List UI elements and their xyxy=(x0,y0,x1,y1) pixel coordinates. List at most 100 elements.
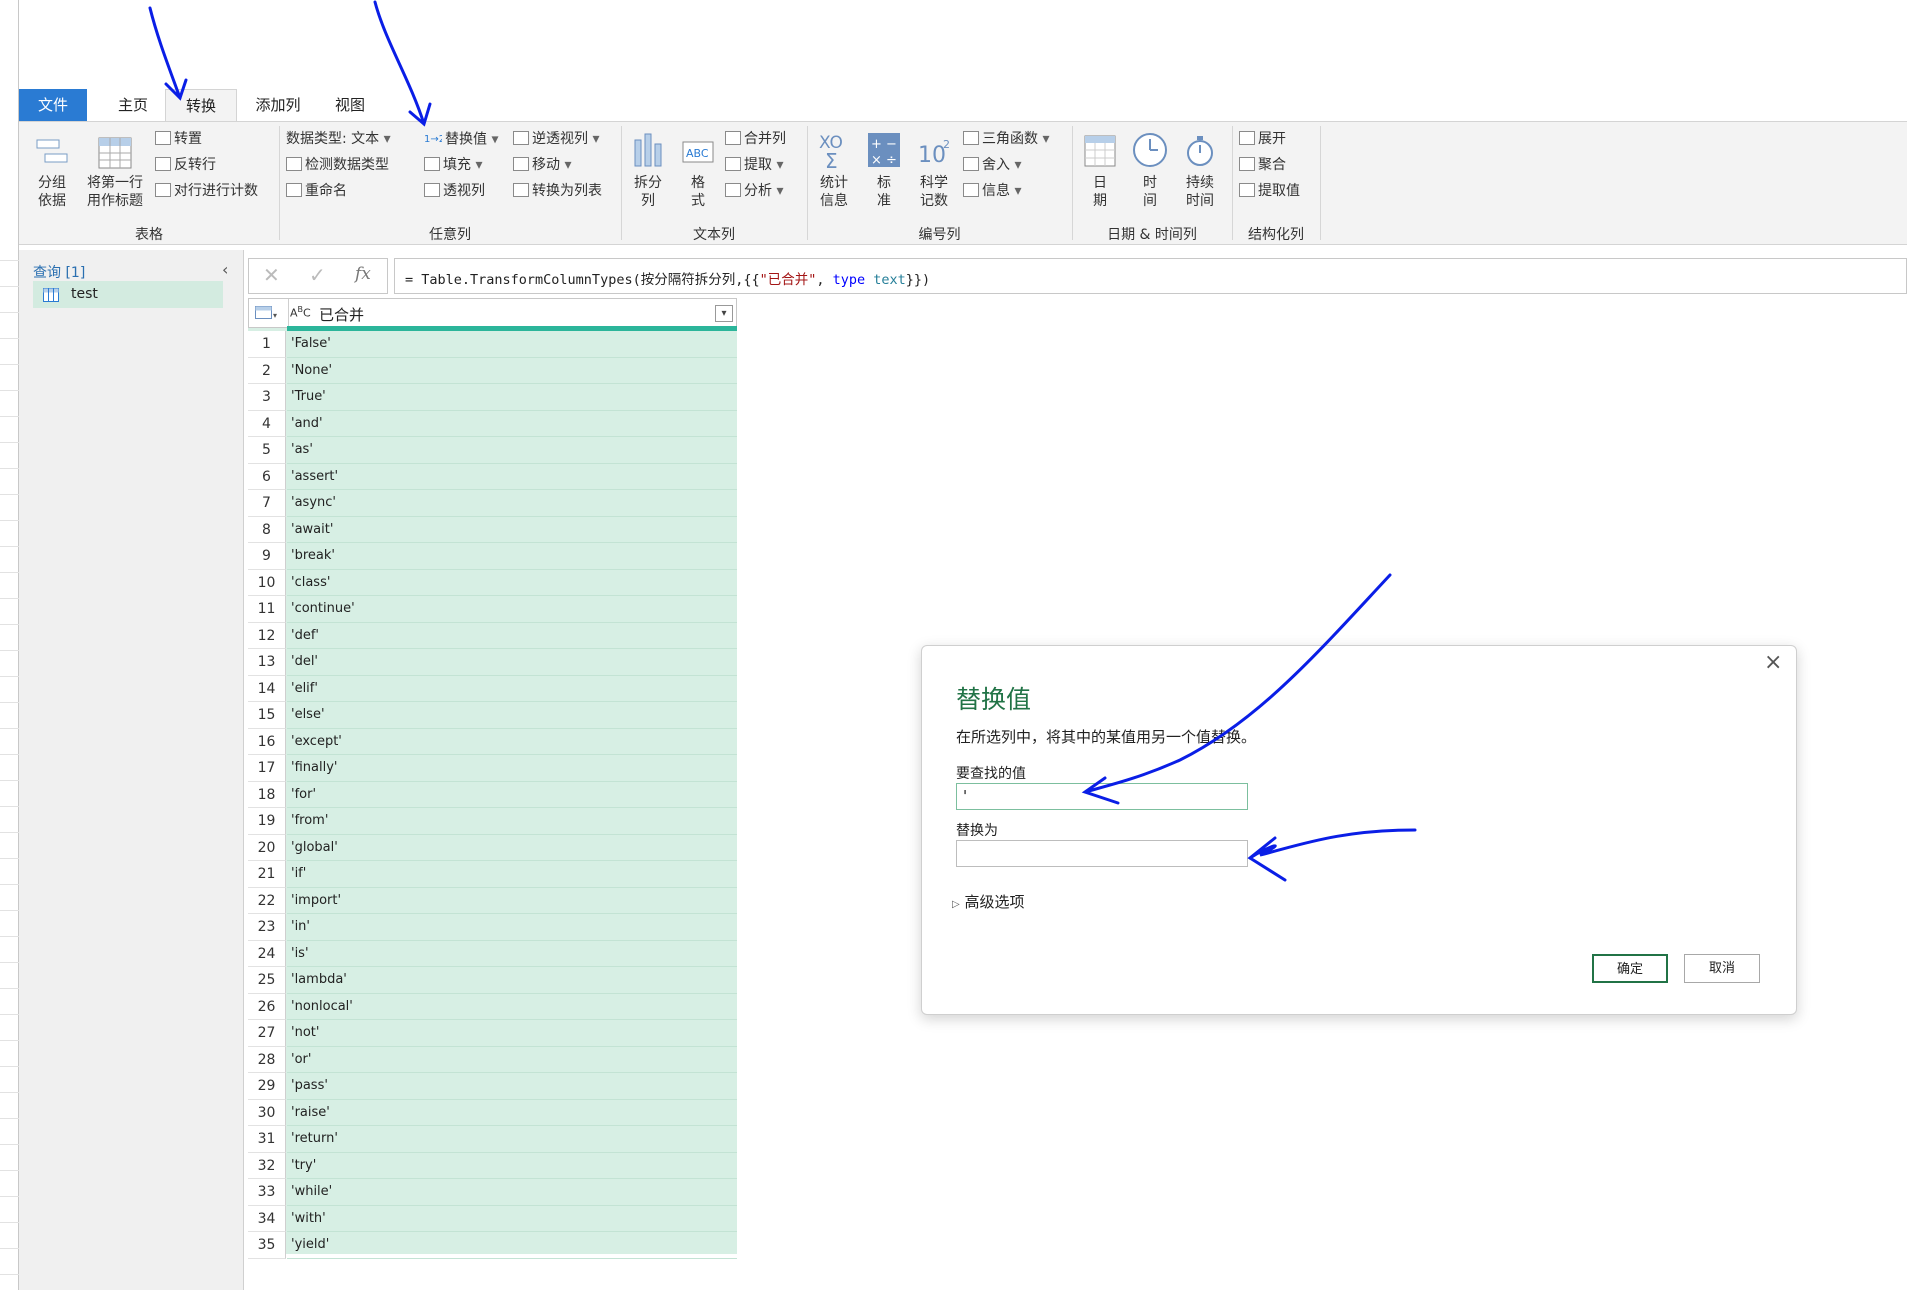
grid-header: ▾ ABC 已合并 ▾ xyxy=(248,298,737,329)
date-button[interactable]: 日 期 xyxy=(1077,130,1123,210)
table-row[interactable]: 'raise' xyxy=(287,1100,737,1126)
tab-transform[interactable]: 转换 xyxy=(165,89,237,122)
table-row[interactable]: 'del' xyxy=(287,649,737,676)
table-row[interactable]: 'elif' xyxy=(287,676,737,702)
replace-with-input[interactable] xyxy=(956,840,1248,867)
table-row[interactable]: 'try' xyxy=(287,1153,737,1179)
transpose-button[interactable]: 转置 xyxy=(155,130,202,148)
table-row[interactable]: 'finally' xyxy=(287,755,737,782)
tab-home[interactable]: 主页 xyxy=(101,89,165,121)
table-row[interactable]: 'else' xyxy=(287,702,737,729)
row-number: 21 xyxy=(248,861,286,888)
svg-text:× ÷: × ÷ xyxy=(871,153,897,168)
reverse-rows-button[interactable]: 反转行 xyxy=(155,156,216,174)
table-row[interactable]: 'yield' xyxy=(287,1232,737,1259)
table-row[interactable]: 'for' xyxy=(287,782,737,808)
extract-button[interactable]: 提取 ▾ xyxy=(725,156,783,174)
table-row[interactable]: 'async' xyxy=(287,490,737,517)
ok-button[interactable]: 确定 xyxy=(1592,954,1668,983)
cancel-formula-icon[interactable]: ✕ xyxy=(263,263,280,287)
table-row[interactable]: 'not' xyxy=(287,1020,737,1047)
rounding-button[interactable]: 舍入 ▾ xyxy=(963,156,1021,174)
collapse-pane-icon[interactable]: ‹ xyxy=(222,260,228,279)
table-row[interactable]: 'None' xyxy=(287,358,737,384)
table-row[interactable]: 'while' xyxy=(287,1179,737,1206)
replace-values-button[interactable]: 1→2 替换值 ▾ xyxy=(424,130,498,149)
transpose-label: 转置 xyxy=(174,131,202,147)
formula-input[interactable]: = Table.TransformColumnTypes(按分隔符拆分列,{{"… xyxy=(394,258,1907,294)
info-button[interactable]: 信息 ▾ xyxy=(963,182,1021,200)
rename-button[interactable]: 重命名 xyxy=(286,182,347,200)
advanced-options-toggle[interactable]: ▷ 高级选项 xyxy=(952,891,1025,912)
statistics-icon: XO Σ xyxy=(815,130,853,173)
scientific-button[interactable]: 10 2 科学 记数 xyxy=(911,130,957,210)
split-column-button[interactable]: 拆分 列 xyxy=(625,130,671,210)
table-row[interactable]: 'False' xyxy=(287,331,737,358)
trig-button[interactable]: 三角函数 ▾ xyxy=(963,130,1049,148)
table-row[interactable]: 'continue' xyxy=(287,596,737,623)
unpivot-button[interactable]: 逆透视列 ▾ xyxy=(513,130,599,148)
expand-button[interactable]: 展开 xyxy=(1239,130,1286,148)
table-row[interactable]: 'if' xyxy=(287,861,737,888)
confirm-formula-icon[interactable]: ✓ xyxy=(309,263,326,287)
query-item-test[interactable]: test xyxy=(33,281,223,308)
fill-button[interactable]: 填充 ▾ xyxy=(424,156,482,174)
chevron-down-icon: ▾ xyxy=(383,131,391,147)
column-header-merged[interactable]: 已合并 xyxy=(319,304,364,325)
table-menu-icon[interactable]: ▾ xyxy=(255,305,279,325)
table-row[interactable]: 'or' xyxy=(287,1047,737,1073)
filter-dropdown-icon[interactable]: ▾ xyxy=(715,305,733,322)
table-row[interactable]: 'def' xyxy=(287,623,737,649)
data-type-dropdown[interactable]: 数据类型: 文本 ▾ xyxy=(286,130,391,148)
table-row[interactable]: 'True' xyxy=(287,384,737,411)
table-row[interactable]: 'except' xyxy=(287,729,737,755)
table-row[interactable]: 'nonlocal' xyxy=(287,994,737,1020)
merge-columns-button[interactable]: 合并列 xyxy=(725,130,786,148)
table-row[interactable]: 'import' xyxy=(287,888,737,914)
row-number: 6 xyxy=(248,463,286,490)
move-button[interactable]: 移动 ▾ xyxy=(513,156,571,174)
detect-type-button[interactable]: 检测数据类型 xyxy=(286,156,389,174)
tab-add-column[interactable]: 添加列 xyxy=(241,89,315,121)
use-first-row-button[interactable]: 将第一行 用作标题 xyxy=(79,136,151,210)
table-row[interactable]: 'global' xyxy=(287,835,737,861)
aggregate-button[interactable]: 聚合 xyxy=(1239,156,1286,174)
count-rows-button[interactable]: 对行进行计数 xyxy=(155,182,258,200)
table-row[interactable]: 'assert' xyxy=(287,464,737,490)
table-row[interactable]: 'break' xyxy=(287,543,737,570)
convert-list-button[interactable]: 转换为列表 xyxy=(513,182,602,200)
standard-button[interactable]: + − × ÷ 标 准 xyxy=(861,130,907,210)
text-type-icon[interactable]: ABC xyxy=(290,305,311,320)
table-row[interactable]: 'is' xyxy=(287,941,737,967)
format-button[interactable]: ABC 格 式 xyxy=(675,130,721,210)
table-row[interactable]: 'class' xyxy=(287,570,737,596)
group-separator xyxy=(1072,126,1073,240)
table-row[interactable]: 'in' xyxy=(287,914,737,941)
table-row[interactable]: 'lambda' xyxy=(287,967,737,994)
table-row[interactable]: 'pass' xyxy=(287,1073,737,1100)
extract-values-button[interactable]: 提取值 xyxy=(1239,182,1300,200)
duration-button[interactable]: 持续 时间 xyxy=(1177,130,1223,210)
pivot-button[interactable]: 透视列 xyxy=(424,182,485,200)
queries-pane-title[interactable]: 查询 [1] xyxy=(33,262,85,282)
group-by-button[interactable]: 分组 依据 xyxy=(29,136,75,210)
replace-label: 替换为 xyxy=(956,823,998,839)
table-row[interactable]: 'with' xyxy=(287,1206,737,1232)
unpivot-icon xyxy=(513,131,529,145)
function-icon[interactable]: fx xyxy=(355,264,371,284)
find-value-input[interactable]: ' xyxy=(956,783,1248,810)
table-row[interactable]: 'from' xyxy=(287,808,737,835)
sheet-gridline xyxy=(0,1222,19,1223)
table-row[interactable]: 'await' xyxy=(287,517,737,543)
time-button[interactable]: 时 间 xyxy=(1127,130,1173,210)
cancel-button[interactable]: 取消 xyxy=(1684,954,1760,983)
table-row[interactable]: 'return' xyxy=(287,1126,737,1153)
close-icon[interactable]: × xyxy=(1764,650,1782,675)
tab-view[interactable]: 视图 xyxy=(317,89,383,121)
statistics-button[interactable]: XO Σ 统计 信息 xyxy=(811,130,857,210)
table-row[interactable]: 'and' xyxy=(287,411,737,437)
row-number: 23 xyxy=(248,914,286,941)
parse-button[interactable]: 分析 ▾ xyxy=(725,182,783,200)
tab-file[interactable]: 文件 xyxy=(19,89,87,121)
table-row[interactable]: 'as' xyxy=(287,437,737,464)
